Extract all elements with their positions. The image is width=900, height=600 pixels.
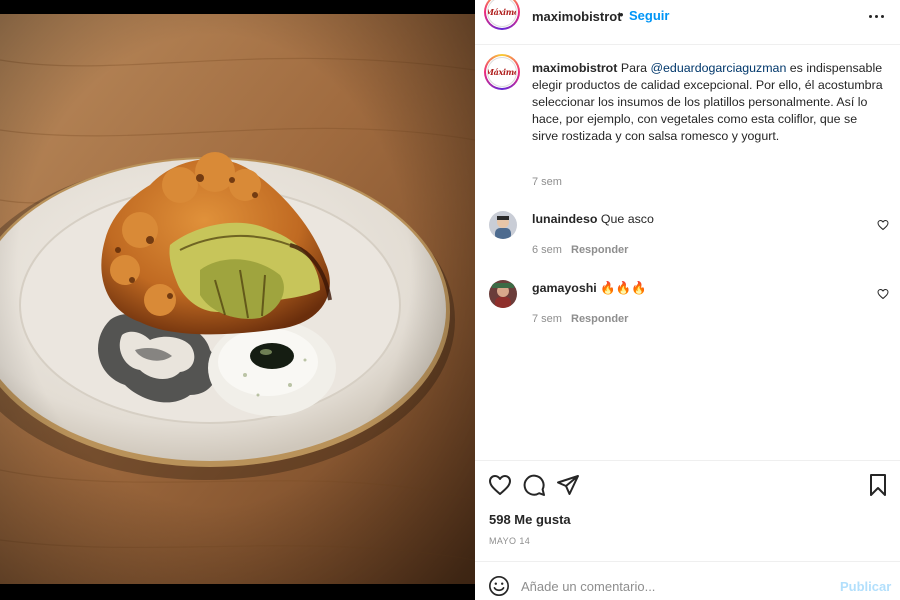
post-caption: maximobistrot Para @eduardogarciaguzman … bbox=[532, 60, 884, 145]
comment-like-heart-icon[interactable] bbox=[877, 219, 889, 231]
caption-mention-link[interactable]: @eduardogarciaguzman bbox=[650, 61, 786, 75]
comment-icon[interactable] bbox=[522, 473, 546, 497]
reply-button[interactable]: Responder bbox=[571, 313, 628, 325]
commenter-avatar[interactable] bbox=[489, 211, 517, 239]
paper-plane-icon[interactable] bbox=[556, 473, 580, 497]
actions-divider bbox=[475, 460, 900, 461]
comment-row: lunaindeso Que asco bbox=[532, 212, 654, 226]
header-username[interactable]: maximobistrot bbox=[532, 9, 622, 24]
comment-box-divider bbox=[475, 561, 900, 562]
comment-username[interactable]: lunaindeso bbox=[532, 212, 597, 226]
profile-avatar[interactable]: Máximo bbox=[484, 0, 520, 30]
likes-count[interactable]: 598 Me gusta bbox=[489, 512, 571, 527]
post-sidebar: Máximo maximobistrot • Seguir Máximo max… bbox=[475, 0, 900, 600]
comment-timestamp[interactable]: 6 sem bbox=[532, 244, 562, 256]
brand-logo: Máximo bbox=[488, 67, 516, 77]
heart-icon[interactable] bbox=[488, 473, 512, 497]
reply-button[interactable]: Responder bbox=[571, 244, 628, 256]
caption-timestamp[interactable]: 7 sem bbox=[532, 176, 562, 188]
caption-text-start: Para bbox=[620, 61, 651, 75]
comment-input[interactable] bbox=[521, 575, 821, 597]
smiley-icon[interactable] bbox=[488, 575, 510, 597]
avatar-photo-icon bbox=[489, 280, 517, 308]
caption-username[interactable]: maximobistrot bbox=[532, 61, 617, 75]
post-date[interactable]: MAYO 14 bbox=[489, 536, 530, 546]
comment-timestamp[interactable]: 7 sem bbox=[532, 313, 562, 325]
separator-dot: • bbox=[619, 7, 624, 22]
comment-username[interactable]: gamayoshi bbox=[532, 281, 597, 295]
roasted-cauliflower-photo bbox=[0, 0, 475, 600]
header-divider bbox=[475, 44, 900, 45]
post-photo bbox=[0, 0, 475, 600]
caption-avatar[interactable]: Máximo bbox=[484, 54, 520, 90]
comment-text: 🔥🔥🔥 bbox=[600, 281, 647, 295]
comment-like-heart-icon[interactable] bbox=[877, 288, 889, 300]
more-options-icon[interactable] bbox=[869, 10, 887, 22]
avatar-photo-icon bbox=[489, 211, 517, 239]
commenter-avatar[interactable] bbox=[489, 280, 517, 308]
comment-text: Que asco bbox=[600, 212, 654, 226]
bookmark-icon[interactable] bbox=[867, 473, 889, 497]
follow-button[interactable]: Seguir bbox=[629, 8, 669, 23]
comment-row: gamayoshi 🔥🔥🔥 bbox=[532, 281, 646, 296]
brand-logo: Máximo bbox=[488, 7, 516, 17]
post-header: Máximo maximobistrot • Seguir bbox=[475, 0, 900, 30]
publish-button[interactable]: Publicar bbox=[840, 579, 891, 594]
